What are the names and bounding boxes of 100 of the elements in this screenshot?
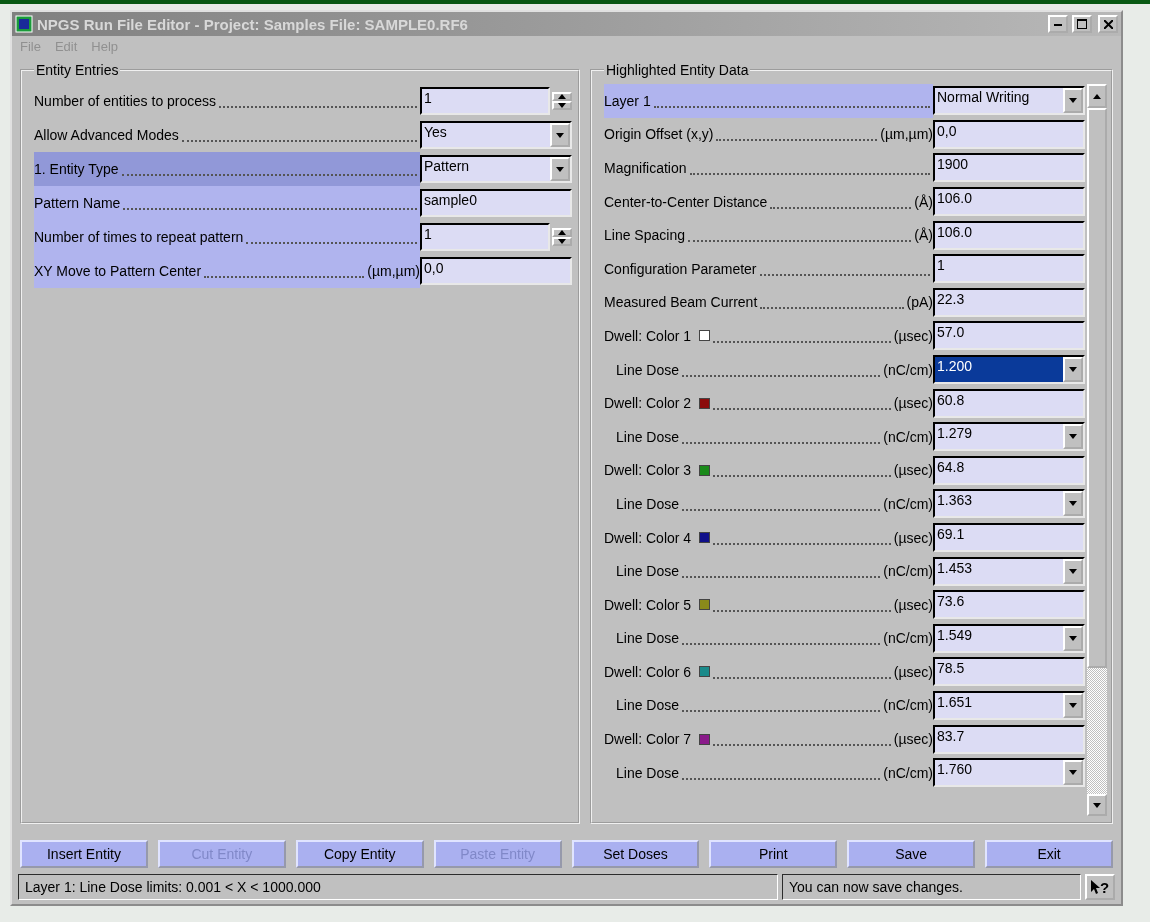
dropdown-button[interactable] [550, 157, 570, 181]
caret-icon [1093, 802, 1101, 808]
unit-label: (µsec) [893, 663, 933, 680]
dropdown-button[interactable] [550, 123, 570, 147]
unit-label: (nC/cm) [883, 495, 933, 512]
dropdown-button[interactable] [1063, 357, 1083, 383]
dropdown-field[interactable]: 1.453 [933, 556, 1085, 586]
spin-up-button[interactable] [552, 228, 572, 237]
field-label: Configuration Parameter [604, 260, 757, 277]
field-label: Measured Beam Current [604, 294, 758, 311]
scroll-up-button[interactable] [1087, 84, 1107, 108]
input-field[interactable]: 78.5 [933, 657, 1085, 687]
unit-label: (µm,µm) [880, 126, 933, 143]
group-title: Entity Entries [35, 62, 120, 78]
command-button[interactable]: Exit [985, 840, 1113, 868]
unit-label: (µsec) [893, 731, 933, 748]
spin-down-button[interactable] [552, 237, 572, 246]
field-label: Magnification [604, 160, 687, 176]
dropdown-field[interactable]: Normal Writing [933, 86, 1085, 116]
field-label: Line Dose [616, 697, 680, 714]
input-field[interactable]: 64.8 [933, 455, 1085, 485]
dropdown-field[interactable]: Yes [420, 121, 572, 149]
unit-label: (µsec) [893, 596, 933, 613]
input-field[interactable]: 1900 [933, 153, 1085, 183]
dropdown-field[interactable]: 1.549 [933, 623, 1085, 653]
field-label: Allow Advanced Modes [34, 127, 179, 143]
dropdown-field[interactable]: 1.279 [933, 422, 1085, 452]
dropdown-button[interactable] [1063, 88, 1083, 114]
field-label: Line Dose [616, 361, 680, 378]
close-button[interactable] [1098, 15, 1118, 33]
dropdown-field[interactable]: 1.760 [933, 758, 1085, 788]
input-field[interactable]: 106.0 [933, 220, 1085, 250]
input-field[interactable]: 83.7 [933, 724, 1085, 754]
field-label: Dwell: Color 4 [604, 529, 692, 546]
input-field[interactable]: 69.1 [933, 523, 1085, 552]
input-field[interactable]: sample0 [420, 189, 572, 217]
dropdown-field[interactable]: 1.200 [933, 355, 1085, 385]
field-label: Dwell: Color 5 [604, 596, 692, 613]
dropdown-field[interactable]: 1.651 [933, 691, 1085, 720]
input-field[interactable]: 0,0 [933, 119, 1085, 149]
unit-label: (Å) [914, 193, 933, 210]
dropdown-field[interactable]: Pattern [420, 155, 572, 183]
input-field[interactable]: 106.0 [933, 187, 1085, 217]
field-label: Dwell: Color 3 [604, 462, 692, 479]
unit-label: (nC/cm) [883, 361, 933, 378]
caret-icon [1069, 501, 1077, 507]
unit-label: (Å) [914, 227, 933, 244]
input-field[interactable]: 73.6 [933, 590, 1085, 620]
field-label: Number of entities to process [34, 93, 217, 109]
spin-down-button[interactable] [552, 101, 572, 110]
pointer-icon [1090, 880, 1100, 894]
caret-icon [1093, 93, 1101, 99]
caret-icon [1069, 703, 1077, 708]
field-label: Layer 1 [604, 92, 651, 109]
command-button[interactable]: Set Doses [571, 840, 700, 868]
dropdown-field[interactable]: 1.363 [933, 489, 1085, 519]
status-message: Layer 1: Line Dose limits: 0.001 < X < 1000.000 [18, 874, 778, 900]
scroll-down-button[interactable] [1087, 794, 1107, 816]
dropdown-button[interactable] [1063, 558, 1083, 584]
input-field[interactable]: 1 [933, 254, 1085, 284]
input-field[interactable]: 60.8 [933, 388, 1085, 418]
caret-icon [1069, 434, 1077, 440]
field-label: Line Dose [616, 428, 680, 445]
field-label: 1. Entity Type [34, 161, 119, 177]
maximize-button[interactable] [1072, 15, 1092, 33]
command-button[interactable]: Print [709, 840, 838, 868]
dropdown-button[interactable] [1063, 760, 1083, 786]
close-icon [1103, 19, 1113, 29]
input-field[interactable]: 22.3 [933, 287, 1085, 317]
caret-icon [1069, 770, 1077, 776]
command-button[interactable]: Insert Entity [20, 840, 148, 868]
command-button[interactable]: Copy Entity [295, 840, 424, 868]
dropdown-button[interactable] [1063, 625, 1083, 651]
unit-label: (nC/cm) [883, 428, 933, 445]
spin-field[interactable]: 1 [420, 87, 550, 115]
scrollbar[interactable] [1087, 84, 1107, 816]
caret-icon [1069, 635, 1077, 641]
minimize-button[interactable] [1048, 15, 1068, 33]
spin-field[interactable]: 1 [420, 223, 550, 251]
input-field[interactable]: 57.0 [933, 321, 1085, 351]
dropdown-button[interactable] [1063, 693, 1083, 718]
dropdown-button[interactable] [1063, 424, 1083, 450]
minimize-icon [1054, 22, 1062, 26]
field-label: Dwell: Color 1 [604, 327, 692, 344]
scroll-thumb[interactable] [1087, 108, 1107, 668]
caret-icon [1069, 367, 1077, 373]
unit-label: (nC/cm) [883, 764, 933, 781]
caret-icon [556, 166, 564, 172]
help-button[interactable]: ? [1085, 874, 1115, 900]
field-label: XY Move to Pattern Center [34, 263, 202, 279]
dropdown-button[interactable] [1063, 491, 1083, 517]
unit-label: (nC/cm) [883, 697, 933, 714]
field-label: Origin Offset (x,y) [604, 126, 714, 143]
field-label: Number of times to repeat pattern [34, 229, 244, 245]
spin-up-button[interactable] [552, 92, 572, 101]
field-label: Center-to-Center Distance [604, 193, 768, 210]
command-button[interactable]: Save [847, 840, 976, 868]
unit-label: (nC/cm) [883, 630, 933, 647]
input-field[interactable]: 0,0 [420, 257, 572, 285]
unit-label: (µsec) [893, 462, 933, 479]
